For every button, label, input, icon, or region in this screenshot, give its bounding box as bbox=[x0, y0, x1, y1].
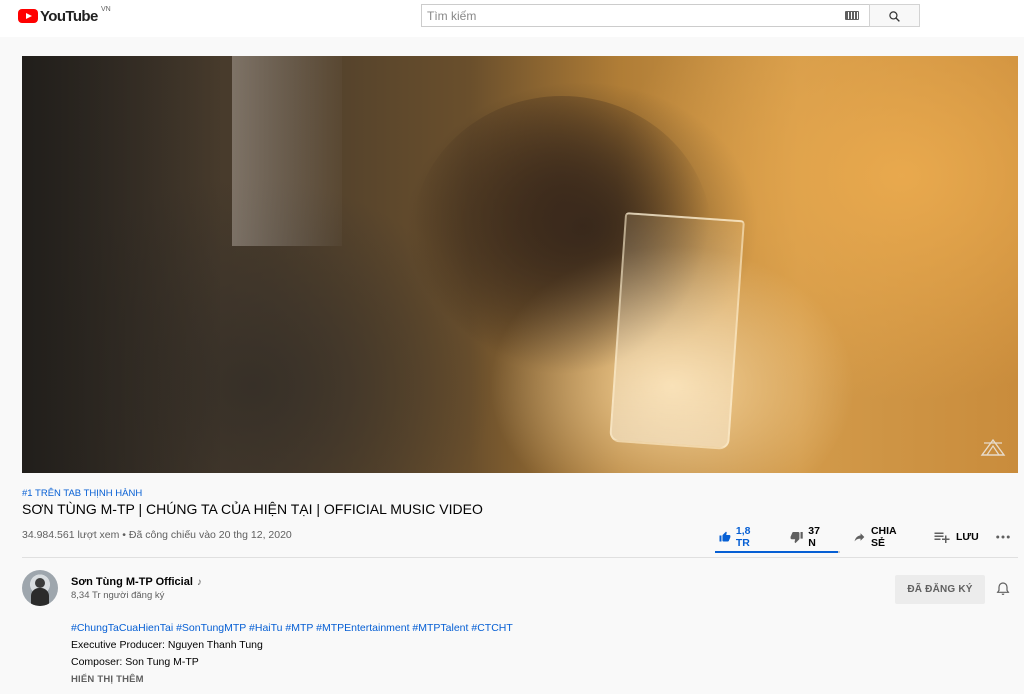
show-more-button[interactable]: HIỂN THỊ THÊM bbox=[71, 674, 144, 685]
view-count-and-date: 34.984.561 lượt xem • Đã công chiếu vào … bbox=[22, 529, 292, 541]
video-frame-curtain bbox=[232, 56, 342, 246]
video-player[interactable] bbox=[22, 56, 1018, 473]
avatar-head bbox=[35, 578, 45, 588]
share-label: CHIA SẺ bbox=[870, 525, 897, 549]
youtube-logo[interactable]: YouTube VN bbox=[18, 6, 111, 25]
search-icon bbox=[889, 11, 900, 22]
logo-text: YouTube bbox=[40, 7, 98, 25]
description-hashtags[interactable]: #ChungTaCuaHienTai #SonTungMTP #HaiTu #M… bbox=[71, 620, 513, 637]
bell-icon[interactable] bbox=[995, 581, 1011, 597]
thumbs-down-icon bbox=[790, 532, 803, 544]
channel-avatar[interactable] bbox=[22, 570, 58, 606]
like-button[interactable]: 1,8 TR bbox=[719, 524, 757, 550]
like-dislike-ratio-bar bbox=[715, 551, 840, 553]
subscribed-button[interactable]: ĐÃ ĐĂNG KÝ bbox=[895, 575, 985, 604]
description-producer: Executive Producer: Nguyen Thanh Tung bbox=[71, 639, 263, 651]
channel-watermark-icon[interactable] bbox=[980, 437, 1006, 457]
more-horizontal-icon bbox=[996, 535, 1010, 539]
save-button[interactable]: LƯU bbox=[933, 524, 979, 550]
keyboard-icon[interactable] bbox=[845, 11, 859, 20]
dislike-button[interactable]: 37 N bbox=[790, 524, 825, 550]
like-count: 1,8 TR bbox=[735, 525, 751, 549]
youtube-play-icon bbox=[18, 9, 38, 23]
avatar-body bbox=[31, 588, 49, 606]
channel-name-row: Sơn Tùng M-TP Official ♪ bbox=[71, 576, 202, 588]
playlist-add-icon bbox=[934, 532, 950, 543]
thumbs-up-icon bbox=[719, 531, 731, 542]
dislike-count: 37 N bbox=[808, 525, 820, 549]
more-actions-button[interactable] bbox=[994, 524, 1017, 550]
divider bbox=[22, 557, 1018, 558]
music-note-icon: ♪ bbox=[196, 576, 202, 588]
country-code: VN bbox=[101, 6, 111, 13]
video-frame-glass bbox=[609, 212, 745, 450]
masthead: YouTube VN bbox=[0, 0, 1024, 37]
subscriber-count: 8,34 Tr người đăng ký bbox=[71, 590, 165, 601]
trending-badge[interactable]: #1 TRÊN TAB THỊNH HÀNH bbox=[22, 488, 142, 499]
video-description: #ChungTaCuaHienTai #SonTungMTP #HaiTu #M… bbox=[71, 620, 513, 671]
video-title: SƠN TÙNG M-TP | CHÚNG TA CỦA HIỆN TẠI | … bbox=[22, 501, 483, 517]
search-input[interactable] bbox=[427, 5, 827, 26]
share-arrow-icon bbox=[854, 533, 865, 542]
like-ratio-fill bbox=[715, 551, 838, 553]
search-box bbox=[421, 4, 869, 27]
share-button[interactable]: CHIA SẺ bbox=[853, 524, 901, 550]
description-composer: Composer: Son Tung M-TP bbox=[71, 656, 199, 668]
save-label: LƯU bbox=[956, 531, 979, 543]
search-button[interactable] bbox=[869, 4, 920, 27]
video-frame-shadow bbox=[22, 56, 222, 473]
channel-name[interactable]: Sơn Tùng M-TP Official bbox=[71, 576, 193, 588]
